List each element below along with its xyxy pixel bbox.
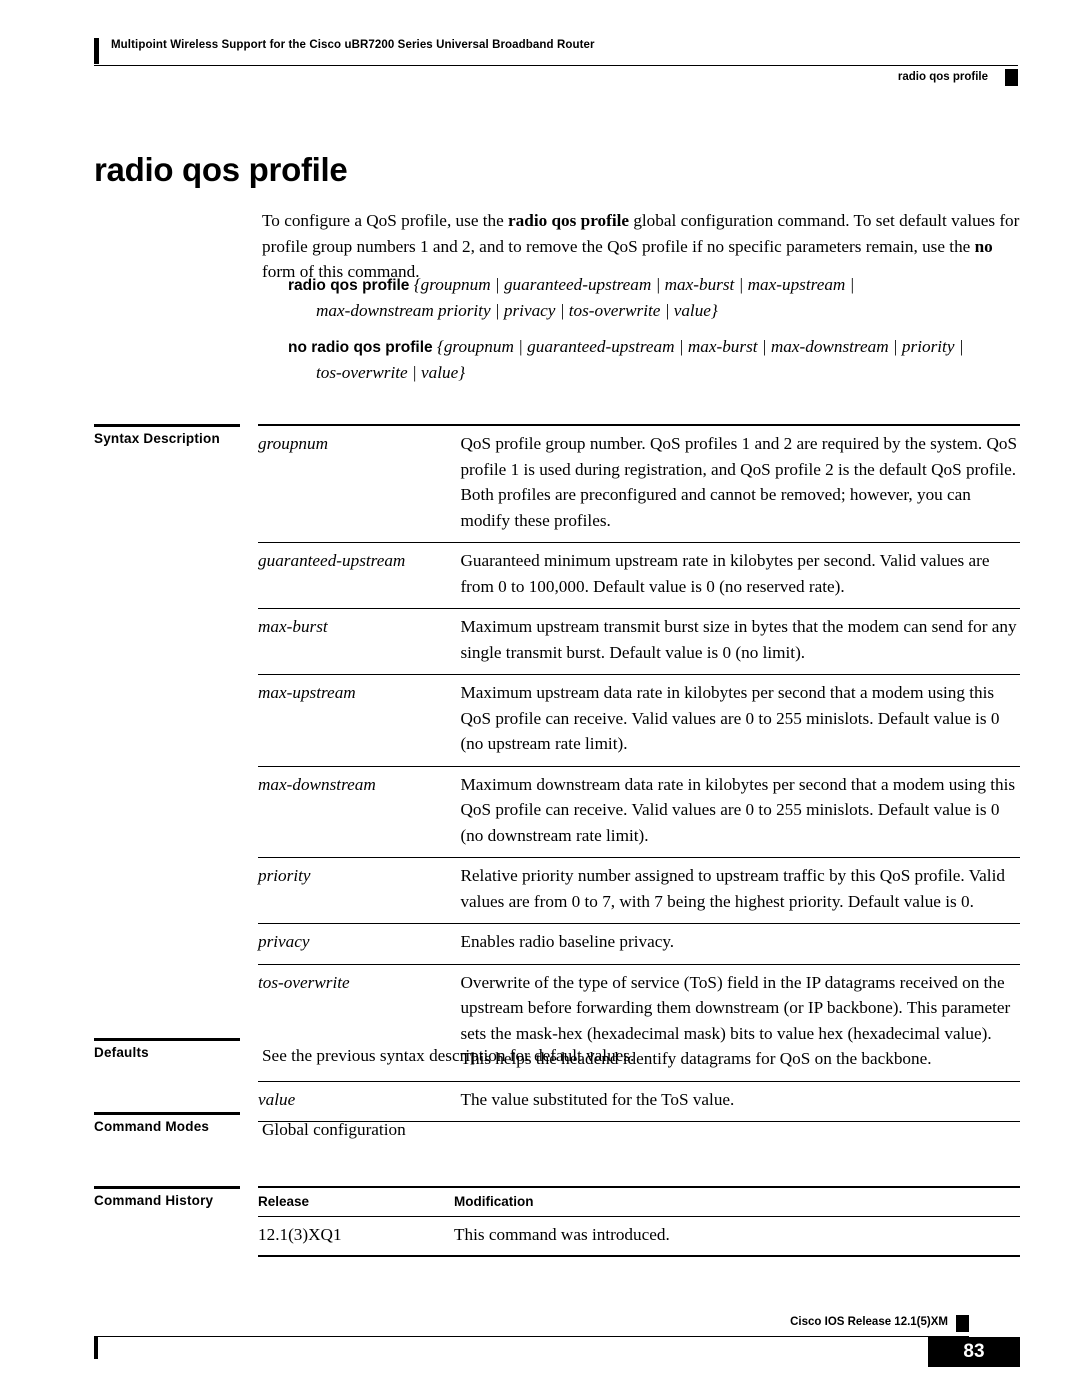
command-name: radio qos profile	[288, 277, 410, 294]
parameter-description: Maximum upstream data rate in kilobytes …	[460, 674, 1020, 767]
column-header: Release	[258, 1186, 454, 1217]
no-command-syntax: no radio qos profile {groupnum | guarant…	[288, 334, 1023, 385]
section-label-syntax-description: Syntax Description	[94, 431, 220, 446]
footer-release-text: Cisco IOS Release 12.1(5)XM	[790, 1316, 948, 1328]
parameter-term: max-downstream	[258, 766, 461, 858]
table-row: privacy Enables radio baseline privacy.	[258, 923, 1020, 965]
no-command-args-line1: {groupnum | guaranteed-upstream | max-bu…	[436, 337, 964, 356]
running-head: radio qos profile	[897, 71, 988, 83]
parameter-description: Maximum downstream data rate in kilobyte…	[460, 766, 1020, 858]
section-label-rule	[94, 1112, 240, 1115]
table-row: max-burst Maximum upstream transmit burst…	[258, 608, 1020, 675]
intro-text-1: To configure a QoS profile, use the	[262, 211, 509, 231]
footer-divider	[94, 1336, 969, 1337]
release-cell: 12.1(3)XQ1	[258, 1216, 454, 1257]
parameter-term: priority	[258, 857, 461, 924]
parameter-description: Relative priority number assigned to ups…	[460, 857, 1020, 924]
section-label-rule	[94, 1186, 240, 1189]
document-page: Multipoint Wireless Support for the Cisc…	[0, 0, 1080, 1397]
footer-square-marker-icon	[956, 1315, 969, 1332]
table-row: priority Relative priority number assigne…	[258, 857, 1020, 924]
command-history-table: Release Modification 12.1(3)XQ1 This comma…	[258, 1186, 1020, 1257]
table-row: value The value substituted for the ToS v…	[258, 1081, 1020, 1122]
page-header: Multipoint Wireless Support for the Cisc…	[94, 38, 1018, 86]
no-command-name: no radio qos profile	[288, 339, 433, 356]
defaults-text: See the previous syntax description for …	[262, 1046, 635, 1065]
command-modes-text: Global configuration	[262, 1120, 406, 1139]
parameter-description: Maximum upstream transmit burst size in …	[460, 608, 1020, 675]
modification-cell: This command was introduced.	[454, 1216, 1020, 1257]
header-accent-bar	[94, 38, 99, 64]
section-label-defaults: Defaults	[94, 1045, 149, 1060]
header-running-row: radio qos profile	[94, 69, 1018, 91]
header-divider	[94, 65, 1018, 66]
parameter-term: max-burst	[258, 608, 461, 675]
no-command-args-line2: tos-overwrite | value}	[316, 363, 466, 382]
parameter-term: privacy	[258, 923, 461, 965]
table-row: max-upstream Maximum upstream data rate i…	[258, 674, 1020, 767]
command-args-line2: max-downstream priority | privacy | tos-…	[316, 301, 718, 320]
table-row: max-downstream Maximum downstream data ra…	[258, 766, 1020, 858]
parameter-description: Enables radio baseline privacy.	[460, 923, 1020, 965]
parameter-description: The value substituted for the ToS value.	[460, 1081, 1020, 1122]
parameter-term: value	[258, 1081, 461, 1122]
section-label-rule	[94, 1038, 240, 1041]
command-syntax: radio qos profile {groupnum | guaranteed…	[288, 272, 1023, 323]
book-title: Multipoint Wireless Support for the Cisc…	[111, 39, 595, 51]
parameter-description: Guaranteed minimum upstream rate in kilo…	[460, 542, 1020, 609]
section-label-command-history: Command History	[94, 1193, 214, 1208]
table-row: 12.1(3)XQ1 This command was introduced.	[258, 1216, 1020, 1257]
intro-no-bold: no	[974, 236, 993, 256]
page-title: radio qos profile	[94, 151, 348, 189]
parameter-term: guaranteed-upstream	[258, 542, 461, 609]
parameter-term: groupnum	[258, 424, 461, 543]
command-args-line1: {groupnum | guaranteed-upstream | max-bu…	[413, 275, 855, 294]
page-footer: Cisco IOS Release 12.1(5)XM 83	[94, 1315, 1020, 1378]
section-label-rule	[94, 424, 240, 427]
intro-command-bold: radio qos profile	[508, 211, 630, 231]
table-header-row: Release Modification	[258, 1186, 1020, 1217]
column-header: Modification	[454, 1186, 1020, 1217]
section-label-command-modes: Command Modes	[94, 1119, 210, 1134]
syntax-description-table: groupnum QoS profile group number. QoS pr…	[258, 424, 1020, 1122]
header-square-marker-icon	[1005, 69, 1018, 86]
parameter-description: QoS profile group number. QoS profiles 1…	[460, 424, 1020, 543]
page-number-badge: 83	[928, 1337, 1020, 1367]
header-title-row: Multipoint Wireless Support for the Cisc…	[94, 38, 1018, 64]
table-row: guaranteed-upstream Guaranteed minimum up…	[258, 542, 1020, 609]
footer-accent-bar	[94, 1337, 98, 1359]
parameter-term: max-upstream	[258, 674, 461, 767]
table-row: groupnum QoS profile group number. QoS pr…	[258, 424, 1020, 543]
